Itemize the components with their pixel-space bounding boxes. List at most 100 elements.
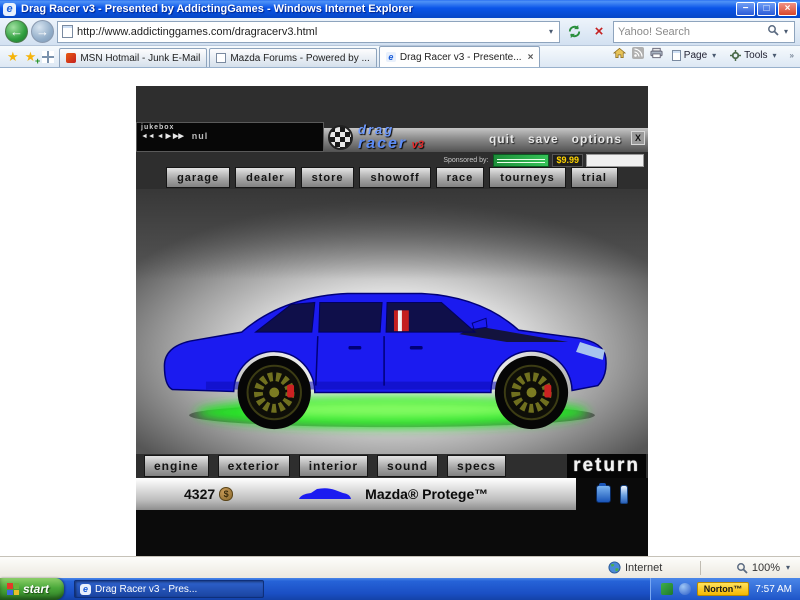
stop-icon: × <box>595 25 604 39</box>
taskbar-item-label: Drag Racer v3 - Pres... <box>95 584 197 595</box>
logo-word-racer: racer <box>358 135 407 152</box>
store-button[interactable]: store <box>301 167 355 188</box>
tab-msn-hotmail[interactable]: MSN Hotmail - Junk E-Mail <box>59 48 207 67</box>
tab-label: Mazda Forums - Powered by ... <box>230 53 370 64</box>
tabs-toolbar: ★ ★+ MSN Hotmail - Junk E-Mail Mazda For… <box>0 46 800 68</box>
zoom-control[interactable]: 100% ▾ <box>736 562 792 574</box>
ie-icon: e <box>80 584 91 595</box>
tourneys-button[interactable]: tourneys <box>489 167 565 188</box>
tools-menu-label: Tools <box>744 50 767 61</box>
sponsor-ad-banner[interactable] <box>493 154 549 167</box>
home-icon[interactable] <box>613 46 626 64</box>
feeds-icon[interactable] <box>632 46 644 64</box>
game-customize-nav: engine exterior interior sound specs ret… <box>144 454 646 478</box>
chevron-down-icon: ▾ <box>771 51 779 60</box>
sponsor-strip: Sponsored by: $9.99 <box>366 153 644 168</box>
start-label: start <box>23 582 49 596</box>
sponsor-price-badge[interactable]: $9.99 <box>552 154 583 167</box>
race-button[interactable]: race <box>436 167 485 188</box>
engine-button[interactable]: engine <box>144 455 209 477</box>
msn-tab-icon <box>66 53 76 63</box>
search-box[interactable]: ▾ <box>613 21 795 43</box>
quit-button[interactable]: quit <box>489 132 515 146</box>
address-dropdown-icon[interactable]: ▾ <box>547 27 555 36</box>
zoom-level: 100% <box>752 562 780 574</box>
equipped-items-panel <box>576 478 648 510</box>
taskbar-item-drag-racer[interactable]: e Drag Racer v3 - Pres... <box>74 580 264 598</box>
page-menu-button[interactable]: Page ▾ <box>669 49 721 62</box>
zoom-magnifier-icon <box>736 562 748 574</box>
back-button[interactable]: ← <box>5 20 28 43</box>
quick-tabs-icon[interactable] <box>42 51 54 63</box>
exterior-button[interactable]: exterior <box>218 455 290 477</box>
car-name-label: Mazda® Protege™ <box>365 486 488 502</box>
add-favorite-icon[interactable]: ★+ <box>22 49 40 67</box>
logo-word-v3: v3 <box>412 139 424 151</box>
dealer-button[interactable]: dealer <box>235 167 295 188</box>
toolbar-overflow-icon[interactable]: » <box>788 51 796 60</box>
checkered-flag-icon <box>328 125 353 150</box>
statusbar-divider <box>700 561 701 575</box>
chevron-down-icon: ▾ <box>710 51 718 60</box>
tab-mazda-forums[interactable]: Mazda Forums - Powered by ... <box>209 48 377 67</box>
close-button[interactable]: × <box>778 2 797 16</box>
address-field[interactable]: ▾ <box>57 21 560 43</box>
close-tab-icon[interactable]: × <box>526 52 534 63</box>
tools-menu-button[interactable]: Tools ▾ <box>727 49 781 62</box>
forward-button[interactable]: → <box>31 20 54 43</box>
windows-logo-icon <box>7 583 19 595</box>
interior-button[interactable]: interior <box>299 455 368 477</box>
refresh-icon <box>567 24 582 39</box>
refresh-button[interactable] <box>563 21 585 43</box>
forward-arrow-icon: → <box>36 24 49 39</box>
garage-button[interactable]: garage <box>166 167 230 188</box>
save-button[interactable]: save <box>528 132 559 146</box>
sound-button[interactable]: sound <box>377 455 438 477</box>
sponsor-ad-banner[interactable] <box>586 154 644 167</box>
search-input[interactable] <box>618 26 764 38</box>
security-zone: Internet <box>608 561 662 574</box>
game-canvas: jukebox ◄◄ ◄ ▶ ▶▶ nul drag racer v3 quit… <box>136 86 648 556</box>
doc-tab-icon <box>216 53 226 63</box>
jukebox-playback-icons[interactable]: ◄◄ ◄ ▶ ▶▶ <box>141 132 184 140</box>
url-input[interactable] <box>77 26 543 38</box>
options-button[interactable]: options <box>572 132 622 146</box>
car-silhouette-icon <box>297 487 353 501</box>
minimize-button[interactable]: − <box>736 2 755 16</box>
game-logo: drag racer v3 <box>328 119 488 155</box>
car-showroom-stage <box>136 189 648 454</box>
search-dropdown-icon[interactable]: ▾ <box>782 27 790 36</box>
globe-icon <box>608 561 621 574</box>
tray-messenger-icon[interactable] <box>679 583 691 595</box>
tab-drag-racer[interactable]: e Drag Racer v3 - Presente... × <box>379 46 541 67</box>
nitrous-bottle-icon[interactable] <box>620 485 628 504</box>
favorites-icon[interactable]: ★ <box>4 49 22 67</box>
search-icon[interactable] <box>767 23 779 41</box>
taskbar: start e Drag Racer v3 - Pres... Norton™ … <box>0 578 800 600</box>
game-top-menu: quit save options <box>489 132 622 146</box>
ie-tab-icon: e <box>386 52 396 62</box>
norton-tray-badge[interactable]: Norton™ <box>697 582 750 596</box>
showoff-button[interactable]: showoff <box>359 167 430 188</box>
maximize-button[interactable]: □ <box>757 2 776 16</box>
money-display: 4327 $ <box>184 486 233 502</box>
trial-button[interactable]: trial <box>571 167 618 188</box>
stop-button[interactable]: × <box>588 21 610 43</box>
game-footer-strip <box>136 510 648 556</box>
gear-icon <box>730 50 741 61</box>
print-icon[interactable] <box>650 46 663 64</box>
jukebox-panel[interactable]: jukebox ◄◄ ◄ ▶ ▶▶ nul <box>136 122 324 152</box>
start-button[interactable]: start <box>0 578 64 600</box>
zoom-dropdown-icon[interactable]: ▾ <box>784 563 792 572</box>
clock[interactable]: 7:57 AM <box>755 584 792 595</box>
nitrous-jug-icon[interactable] <box>596 485 611 503</box>
logo-text: drag racer v3 <box>358 123 424 152</box>
toolbar-right-group: Page ▾ Tools ▾ » <box>613 46 796 67</box>
back-arrow-icon: ← <box>10 24 23 39</box>
tray-shield-icon[interactable] <box>661 583 673 595</box>
return-button[interactable]: return <box>567 454 646 478</box>
window-title: Drag Racer v3 - Presented by AddictingGa… <box>21 3 734 15</box>
game-close-button[interactable]: X <box>631 131 645 145</box>
address-toolbar: ← → ▾ × <box>0 18 800 46</box>
specs-button[interactable]: specs <box>447 455 506 477</box>
